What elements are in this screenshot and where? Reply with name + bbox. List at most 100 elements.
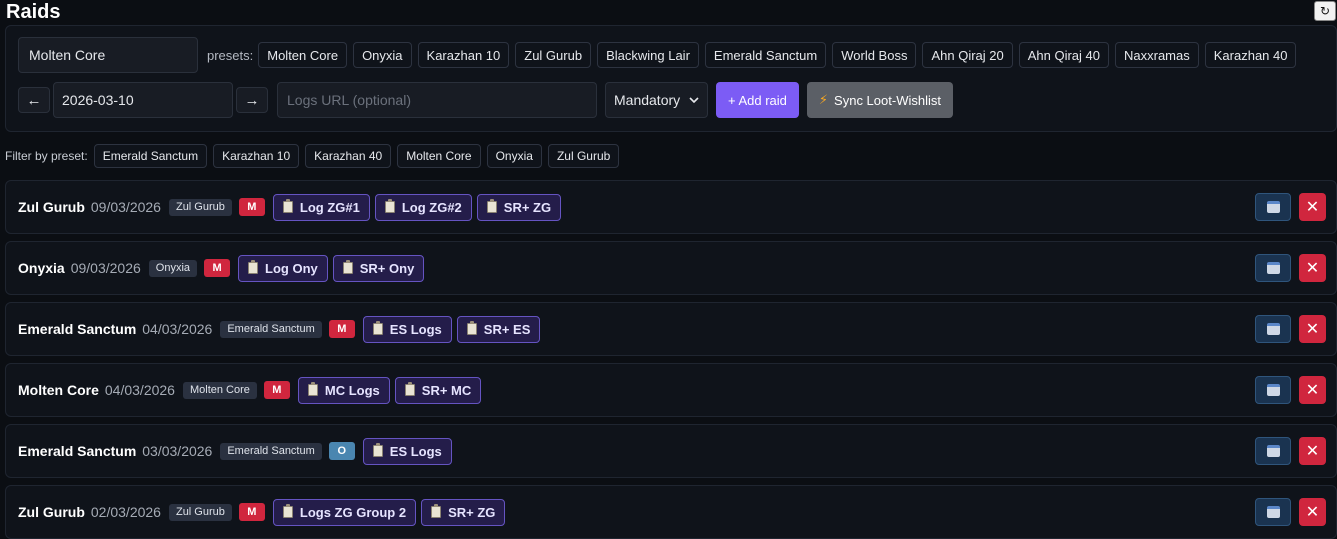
- link-label: SR+ MC: [421, 382, 472, 398]
- close-icon: ✕: [1305, 382, 1320, 399]
- raid-date: 09/03/2026: [90, 199, 161, 215]
- raid-name-row: Molten Core presets: Molten Core Onyxia …: [18, 37, 1302, 73]
- filter-chip[interactable]: Molten Core: [397, 144, 481, 168]
- preset-chip[interactable]: Zul Gurub: [515, 42, 592, 68]
- raid-name-input[interactable]: Molten Core: [18, 37, 198, 73]
- preset-chip[interactable]: Naxxramas: [1115, 42, 1199, 68]
- filter-chip[interactable]: Zul Gurub: [547, 144, 620, 168]
- raid-name: Molten Core: [18, 382, 99, 398]
- log-link-button[interactable]: ES Logs: [362, 315, 452, 343]
- filter-chip[interactable]: Karazhan 10: [213, 144, 300, 168]
- raid-name: Emerald Sanctum: [18, 321, 137, 337]
- raid-preset-tag: Zul Gurub: [168, 503, 232, 521]
- clipboard-icon: [282, 199, 293, 213]
- link-label: SR+ ES: [483, 321, 531, 337]
- delete-button[interactable]: ✕: [1299, 193, 1326, 221]
- preset-chip[interactable]: Ahn Qiraj 20: [922, 42, 1013, 68]
- sync-loot-wishlist-button[interactable]: ⚡ Sync Loot-Wishlist: [806, 82, 953, 118]
- calendar-button[interactable]: [1255, 193, 1291, 221]
- clipboard-icon: [372, 321, 383, 335]
- raid-date: 09/03/2026: [70, 260, 141, 276]
- delete-button[interactable]: ✕: [1299, 254, 1326, 282]
- log-link-button[interactable]: Log Ony: [238, 254, 328, 282]
- refresh-icon: ↻: [1319, 4, 1331, 18]
- link-label: MC Logs: [324, 382, 380, 398]
- close-icon: ✕: [1305, 321, 1320, 338]
- preset-chip[interactable]: Emerald Sanctum: [704, 42, 827, 68]
- clipboard-icon: [342, 260, 353, 274]
- sr-link-button[interactable]: SR+ ES: [456, 315, 541, 343]
- delete-button[interactable]: ✕: [1299, 498, 1326, 526]
- log-link-button[interactable]: Log ZG#1: [272, 193, 370, 221]
- raid-type-value: Mandatory: [614, 92, 681, 108]
- sr-link-button[interactable]: SR+ ZG: [476, 193, 562, 221]
- sr-link-button[interactable]: SR+ ZG: [421, 498, 506, 526]
- log-link-button[interactable]: MC Logs: [297, 376, 390, 404]
- clipboard-icon: [404, 382, 415, 396]
- clipboard-icon: [248, 260, 259, 274]
- page-title: Raids: [6, 1, 61, 23]
- raid-date: 04/03/2026: [142, 321, 213, 337]
- clipboard-icon: [307, 382, 318, 396]
- link-label: SR+ ZG: [448, 504, 496, 520]
- filter-chip[interactable]: Emerald Sanctum: [93, 144, 208, 168]
- calendar-button[interactable]: [1255, 437, 1291, 465]
- chevron-down-icon: [689, 97, 699, 103]
- raid-preset-tag: Emerald Sanctum: [220, 442, 322, 460]
- delete-button[interactable]: ✕: [1299, 315, 1326, 343]
- link-label: ES Logs: [389, 321, 442, 337]
- calendar-icon: [1266, 323, 1280, 335]
- mandatory-badge: M: [238, 198, 265, 216]
- raid-type-select[interactable]: Mandatory: [605, 82, 708, 118]
- raid-preset-tag: Molten Core: [182, 381, 257, 399]
- raid-name: Emerald Sanctum: [18, 443, 137, 459]
- link-label: SR+ ZG: [503, 199, 552, 215]
- link-label: ES Logs: [389, 443, 442, 459]
- clipboard-icon: [282, 504, 293, 518]
- delete-button[interactable]: ✕: [1299, 376, 1326, 404]
- add-raid-button[interactable]: + Add raid: [716, 82, 799, 118]
- clipboard-icon: [466, 321, 477, 335]
- calendar-button[interactable]: [1255, 376, 1291, 404]
- sr-link-button[interactable]: SR+ MC: [394, 376, 482, 404]
- raid-row: Onyxia 09/03/2026 Onyxia M Log Ony SR+ O…: [5, 241, 1337, 295]
- calendar-icon: [1266, 262, 1280, 274]
- close-icon: ✕: [1305, 443, 1320, 460]
- calendar-button[interactable]: [1255, 254, 1291, 282]
- link-label: Log ZG#2: [401, 199, 462, 215]
- link-label: Log ZG#1: [299, 199, 360, 215]
- filter-row: Filter by preset: Emerald Sanctum Karazh…: [5, 144, 625, 168]
- sync-label: Sync Loot-Wishlist: [834, 92, 941, 108]
- raid-row: Molten Core 04/03/2026 Molten Core M MC …: [5, 363, 1337, 417]
- delete-button[interactable]: ✕: [1299, 437, 1326, 465]
- next-date-button[interactable]: →: [236, 87, 268, 113]
- sr-link-button[interactable]: SR+ Ony: [332, 254, 425, 282]
- preset-chip[interactable]: Blackwing Lair: [597, 42, 699, 68]
- filter-chip[interactable]: Karazhan 40: [305, 144, 392, 168]
- preset-chip[interactable]: Karazhan 40: [1204, 42, 1297, 68]
- preset-chip[interactable]: Molten Core: [258, 42, 348, 68]
- preset-chip[interactable]: Ahn Qiraj 40: [1018, 42, 1109, 68]
- log-link-button[interactable]: ES Logs: [362, 437, 452, 465]
- calendar-icon: [1266, 201, 1280, 213]
- link-label: Log Ony: [265, 260, 318, 276]
- preset-chip[interactable]: Onyxia: [353, 42, 412, 68]
- preset-chips: Molten Core Onyxia Karazhan 10 Zul Gurub…: [258, 42, 1302, 68]
- raid-row: Zul Gurub 02/03/2026 Zul Gurub M Logs ZG…: [5, 485, 1337, 539]
- refresh-button[interactable]: ↻: [1314, 1, 1336, 21]
- calendar-button[interactable]: [1255, 315, 1291, 343]
- logs-url-input[interactable]: Logs URL (optional): [277, 82, 597, 118]
- clipboard-icon: [431, 504, 442, 518]
- date-input[interactable]: 2026-03-10: [53, 82, 233, 118]
- log-link-button[interactable]: Log ZG#2: [374, 193, 472, 221]
- prev-date-button[interactable]: ←: [18, 87, 50, 113]
- lightning-icon: ⚡: [818, 92, 829, 107]
- preset-chip[interactable]: Karazhan 10: [417, 42, 510, 68]
- raid-date: 02/03/2026: [90, 504, 161, 520]
- log-link-button[interactable]: Logs ZG Group 2: [272, 498, 417, 526]
- filter-chip[interactable]: Onyxia: [486, 144, 542, 168]
- calendar-button[interactable]: [1255, 498, 1291, 526]
- preset-chip[interactable]: World Boss: [832, 42, 917, 68]
- raid-date: 03/03/2026: [142, 443, 213, 459]
- presets-label: presets:: [207, 47, 254, 63]
